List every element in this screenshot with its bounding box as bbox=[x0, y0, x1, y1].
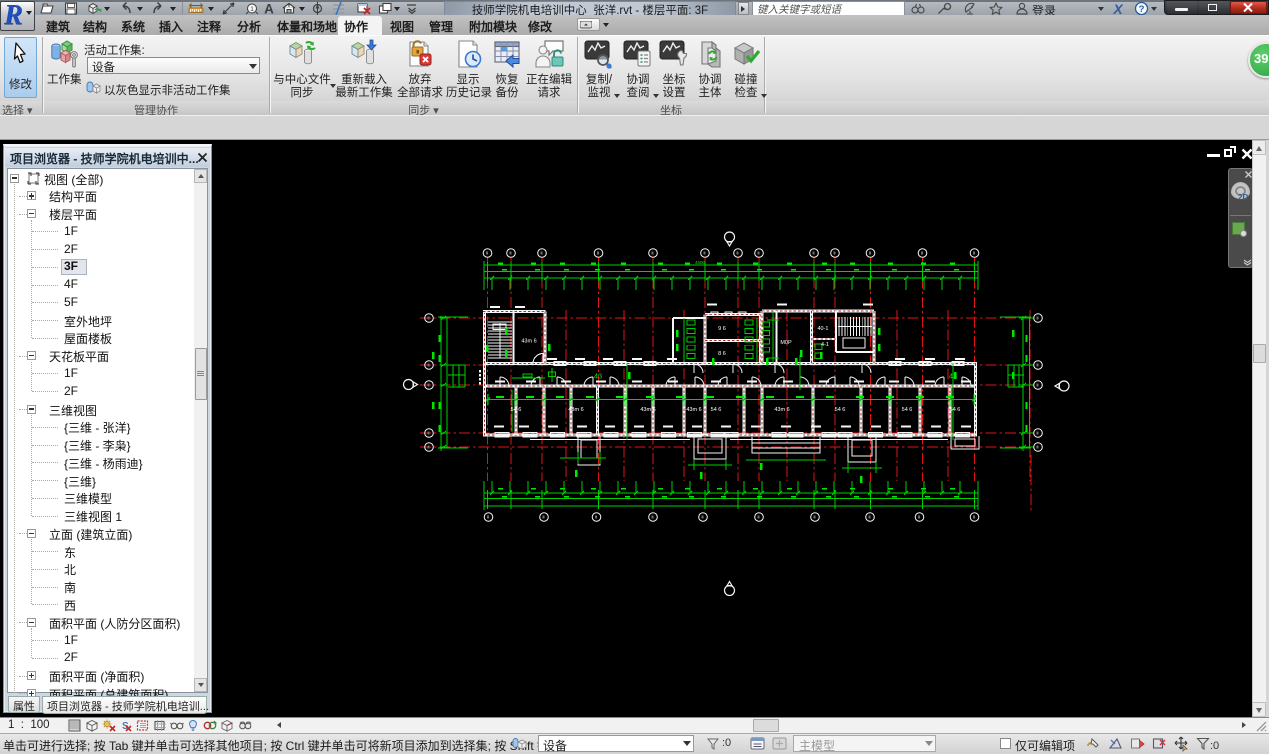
svg-text:9 6: 9 6 bbox=[718, 326, 726, 332]
svg-text:4-1: 4-1 bbox=[821, 342, 829, 348]
svg-text:43m 6: 43m 6 bbox=[640, 407, 655, 413]
svg-text:54 6: 54 6 bbox=[511, 407, 522, 413]
svg-text:54 6: 54 6 bbox=[711, 407, 722, 413]
svg-text:43m 6: 43m 6 bbox=[568, 407, 583, 413]
svg-text:54 6: 54 6 bbox=[950, 407, 961, 413]
svg-text:43m 6: 43m 6 bbox=[774, 407, 789, 413]
svg-text:M0P: M0P bbox=[780, 340, 792, 346]
svg-text:43: 43 bbox=[594, 372, 602, 381]
svg-text:1: 1 bbox=[250, 6, 254, 13]
svg-text:54 6: 54 6 bbox=[835, 407, 846, 413]
svg-text:43: 43 bbox=[949, 372, 957, 381]
svg-text:43m 6: 43m 6 bbox=[686, 407, 701, 413]
svg-text:8 6: 8 6 bbox=[718, 351, 726, 357]
svg-text:?: ? bbox=[1139, 4, 1145, 15]
svg-text:A: A bbox=[264, 2, 274, 17]
svg-text:43m 6: 43m 6 bbox=[521, 339, 536, 345]
svg-text:54 6: 54 6 bbox=[902, 407, 913, 413]
svg-text:4500: 4500 bbox=[695, 260, 706, 265]
svg-text:40-1: 40-1 bbox=[817, 326, 828, 332]
svg-text:X: X bbox=[1112, 1, 1124, 16]
